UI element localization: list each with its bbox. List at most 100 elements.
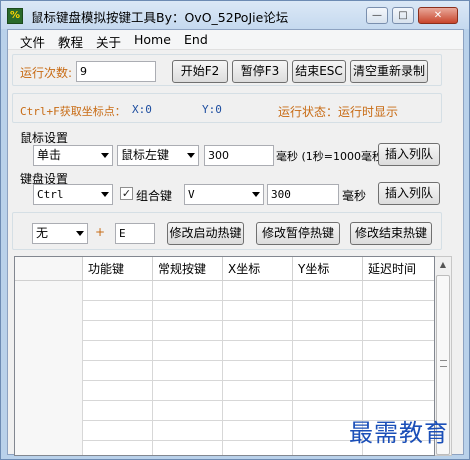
table-header-y[interactable]: Y坐标 (293, 257, 363, 281)
table-cell[interactable] (223, 361, 293, 381)
keyboard-insert-queue-button[interactable]: 插入列队 (378, 182, 440, 205)
run-count-input[interactable]: 9 (76, 61, 156, 82)
close-button[interactable]: ✕ (418, 7, 458, 24)
grip-icon (440, 360, 447, 367)
plus-sign: + (95, 225, 106, 239)
mouse-button-select[interactable]: 鼠标左键 (117, 145, 199, 166)
table-cell[interactable] (363, 381, 434, 401)
minimize-button[interactable]: — (366, 7, 388, 24)
change-start-hotkey-button[interactable]: 修改启动热键 (167, 222, 244, 245)
table-cell[interactable] (15, 441, 83, 455)
table-cell[interactable] (15, 361, 83, 381)
scroll-up-arrow-icon[interactable]: ▲ (435, 257, 451, 273)
title-bar[interactable]: % 鼠标键盘模拟按键工具By：OvO_52PoJie论坛 — □ ✕ (1, 1, 469, 29)
table-cell[interactable] (293, 321, 363, 341)
keyboard-delay-input[interactable]: 300 (267, 184, 339, 205)
table-cell[interactable] (83, 401, 153, 421)
table-cell[interactable] (293, 361, 363, 381)
table-cell[interactable] (15, 401, 83, 421)
table-cell[interactable] (83, 361, 153, 381)
table-cell[interactable] (363, 341, 434, 361)
table-cell[interactable] (223, 321, 293, 341)
table-cell[interactable] (15, 301, 83, 321)
table-cell[interactable] (363, 281, 434, 301)
table-cell[interactable] (293, 381, 363, 401)
table-cell[interactable] (15, 321, 83, 341)
table-cell[interactable] (153, 381, 223, 401)
hotkey-modifier-select[interactable]: 无 (32, 223, 88, 244)
table-cell[interactable] (83, 281, 153, 301)
menu-file[interactable]: 文件 (20, 32, 45, 51)
table-cell[interactable] (83, 441, 153, 455)
y-coordinate: Y:0 (202, 103, 222, 116)
hotkey-key-input[interactable]: E (115, 223, 155, 244)
change-end-hotkey-button[interactable]: 修改结束热键 (350, 222, 432, 245)
mouse-delay-input[interactable]: 300 (204, 145, 274, 166)
keyboard-modifier-select[interactable]: Ctrl (33, 184, 113, 205)
table-cell[interactable] (223, 441, 293, 455)
table-row[interactable] (15, 301, 434, 321)
table-cell[interactable] (363, 321, 434, 341)
table-cell[interactable] (153, 281, 223, 301)
table-cell[interactable] (83, 321, 153, 341)
table-cell[interactable] (15, 421, 83, 441)
table-cell[interactable] (223, 281, 293, 301)
table-row[interactable] (15, 341, 434, 361)
table-cell[interactable] (83, 301, 153, 321)
keyboard-key-select[interactable]: V (184, 184, 264, 205)
table-cell[interactable] (153, 321, 223, 341)
table-cell[interactable] (153, 421, 223, 441)
table-cell[interactable] (15, 341, 83, 361)
pause-button[interactable]: 暂停F3 (232, 60, 288, 83)
mouse-insert-queue-button[interactable]: 插入列队 (378, 143, 440, 166)
start-button[interactable]: 开始F2 (172, 60, 228, 83)
table-cell[interactable] (153, 361, 223, 381)
table-cell[interactable] (293, 341, 363, 361)
table-cell[interactable] (223, 401, 293, 421)
maximize-button[interactable]: □ (392, 7, 414, 24)
change-pause-hotkey-button[interactable]: 修改暂停热键 (256, 222, 340, 245)
table-header-normal-key[interactable]: 常规按键 (153, 257, 223, 281)
menu-about[interactable]: 关于 (96, 32, 121, 51)
table-cell[interactable] (15, 281, 83, 301)
menu-bar: 文件 教程 关于 Home End (8, 30, 463, 50)
combo-key-label: 组合键 (136, 189, 173, 203)
get-coords-hint: Ctrl+F获取坐标点： (20, 105, 126, 118)
table-cell[interactable] (153, 341, 223, 361)
combo-key-checkbox[interactable]: ✓ (120, 187, 133, 200)
table-cell[interactable] (223, 341, 293, 361)
table-cell[interactable] (153, 301, 223, 321)
menu-end[interactable]: End (184, 32, 208, 47)
table-cell[interactable] (83, 421, 153, 441)
menu-home[interactable]: Home (134, 32, 171, 47)
table-cell[interactable] (15, 381, 83, 401)
table-row[interactable] (15, 281, 434, 301)
end-button[interactable]: 结束ESC (292, 60, 346, 83)
table-cell[interactable] (363, 361, 434, 381)
clear-rerecord-button[interactable]: 清空重新录制 (350, 60, 428, 83)
table-cell[interactable] (363, 301, 434, 321)
menu-tutorial[interactable]: 教程 (58, 32, 83, 51)
table-row[interactable] (15, 381, 434, 401)
table-cell[interactable] (293, 281, 363, 301)
table-cell[interactable] (83, 341, 153, 361)
table-header-delay[interactable]: 延迟时间 (363, 257, 434, 281)
mouse-action-select[interactable]: 单击 (33, 145, 113, 166)
run-status: 运行状态：运行时显示 (278, 105, 399, 119)
table-header-x[interactable]: X坐标 (223, 257, 293, 281)
table-header-function-key[interactable]: 功能键 (83, 257, 153, 281)
table-cell[interactable] (293, 301, 363, 321)
table-cell[interactable] (83, 381, 153, 401)
table-cell[interactable] (153, 401, 223, 421)
table-cell[interactable] (223, 381, 293, 401)
mouse-button-value: 鼠标左键 (121, 148, 170, 162)
table-row[interactable] (15, 321, 434, 341)
table-cell[interactable] (223, 301, 293, 321)
table-cell[interactable] (223, 421, 293, 441)
table-row[interactable] (15, 361, 434, 381)
table-cell[interactable] (153, 441, 223, 455)
chevron-down-icon (76, 231, 84, 236)
keyboard-modifier-value: Ctrl (37, 188, 64, 201)
chevron-down-icon (187, 153, 195, 158)
mouse-delay-unit: 毫秒 (1秒=1000毫秒) (276, 150, 388, 163)
